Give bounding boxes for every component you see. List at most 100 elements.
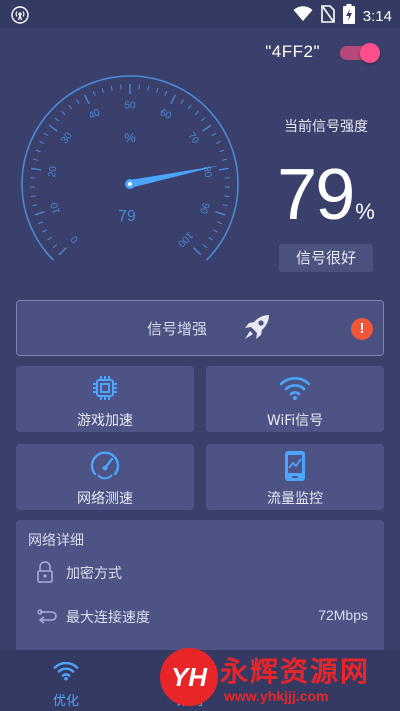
chip-icon: [16, 372, 194, 404]
gauge-minor-tick: [187, 104, 192, 110]
gauge-major-tick: [34, 211, 45, 216]
gauge-minor-tick: [52, 244, 58, 249]
gauge-minor-tick: [216, 221, 222, 225]
gauge-minor-tick: [222, 204, 228, 207]
clock: 3:14: [362, 7, 392, 25]
signal-title: 当前信号强度: [284, 119, 368, 135]
gauge-major-tick: [31, 167, 42, 171]
gauge-minor-tick: [54, 117, 60, 122]
gauge-major-tick: [83, 94, 90, 105]
watermark-url: www.yhkjjj.com: [224, 688, 329, 704]
gauge-tick-label: 60: [158, 107, 173, 122]
tile-label: 流量监控: [267, 491, 323, 507]
gauge-minor-tick: [33, 158, 39, 161]
gauge-minor-tick: [68, 104, 73, 110]
gauge-hub-center: [128, 182, 132, 186]
status-bar: 3:14: [0, 0, 400, 28]
wifi-icon: [26, 658, 106, 686]
detail-row-max-speed: 最大连接速度 72Mbps: [16, 602, 384, 632]
gauge-minor-tick: [164, 90, 168, 96]
detail-label: 加密方式: [66, 566, 122, 582]
gauge-minor-tick: [156, 87, 159, 93]
rocket-icon: [241, 313, 273, 347]
speedometer-icon: [16, 450, 194, 482]
gauge-minor-tick: [35, 149, 41, 153]
speed-test-tile[interactable]: 网络测速: [16, 444, 194, 510]
network-ssid: "4FF2": [265, 42, 320, 61]
gauge-minor-tick: [194, 110, 199, 116]
gauge-minor-tick: [211, 132, 217, 137]
tile-label: WiFi信号: [266, 413, 324, 429]
detail-row-encryption: 加密方式: [16, 558, 384, 588]
gauge-minor-tick: [30, 195, 36, 198]
traffic-monitor-tile[interactable]: 流量监控: [206, 444, 384, 510]
gauge-tick-label: 10: [49, 201, 63, 215]
lock-icon: [36, 561, 54, 587]
gauge-minor-tick: [42, 229, 47, 233]
gauge-minor-tick: [147, 85, 150, 91]
game-boost-tile[interactable]: 游戏加速: [16, 366, 194, 432]
gauge-minor-tick: [110, 85, 113, 91]
gauge-major-tick: [193, 247, 202, 256]
gauge-minor-tick: [38, 221, 44, 225]
link-speed-icon: [36, 605, 58, 631]
detail-label: 最大连接速度: [66, 610, 150, 626]
gauge-minor-tick: [47, 236, 52, 241]
tile-label: 网络测速: [77, 491, 133, 507]
gauge-tick-label: 70: [185, 131, 201, 147]
gauge-value: 79: [118, 208, 136, 225]
signal-readout: 79%: [262, 154, 390, 236]
signal-value: 79: [277, 155, 355, 235]
gauge-tick-label: 0: [69, 233, 81, 245]
alert-icon: !: [351, 318, 373, 340]
gauge-major-tick: [218, 167, 229, 171]
network-details-card: 网络详细 加密方式 最大连接速度 72Mbps: [16, 520, 384, 660]
gauge-minor-tick: [92, 90, 96, 96]
gauge-minor-tick: [221, 158, 227, 161]
details-title: 网络详细: [28, 533, 84, 549]
watermark-logo: YH: [160, 648, 218, 706]
watermark: YH 永辉资源网 www.yhkjjj.com: [160, 648, 396, 708]
wifi-toggle[interactable]: [336, 43, 380, 63]
detail-value: 72Mbps: [318, 607, 368, 623]
gauge-major-tick: [58, 247, 67, 256]
gauge-minor-tick: [101, 87, 104, 93]
gauge-minor-tick: [180, 99, 185, 105]
gauge-major-tick: [202, 124, 212, 132]
hotspot-icon: [10, 5, 30, 29]
wifi-signal-tile[interactable]: WiFi信号: [206, 366, 384, 432]
gauge-minor-tick: [61, 110, 66, 116]
gauge-dial: 0102030405060708090100%: [21, 75, 239, 261]
network-row: "4FF2": [0, 38, 400, 68]
gauge-major-tick: [215, 211, 226, 216]
signal-gauge: 0 10 20 30 40 50 60 70 80 90 100%: [14, 72, 246, 272]
gauge-major-tick: [48, 124, 58, 132]
watermark-text: 永辉资源网: [220, 655, 371, 688]
nav-optimize[interactable]: 优化: [26, 658, 106, 709]
wifi-icon: [206, 372, 384, 404]
gauge-tick-label: 20: [47, 165, 60, 178]
nav-label: 优化: [52, 694, 79, 709]
wifi-icon: [293, 6, 313, 26]
tile-label: 游戏加速: [77, 413, 133, 429]
toggle-thumb: [360, 43, 380, 63]
gauge-minor-tick: [32, 204, 38, 207]
gauge-major-tick: [170, 94, 177, 105]
gauge-minor-tick: [208, 236, 213, 241]
signal-quality-badge: 信号很好: [279, 244, 373, 272]
gauge-tick-label: 90: [197, 201, 211, 215]
no-sim-icon: [320, 5, 335, 27]
gauge-minor-tick: [200, 117, 206, 122]
battery-charging-icon: [342, 4, 355, 28]
gauge-minor-tick: [43, 132, 49, 137]
phone-chart-icon: [206, 450, 384, 482]
signal-strength-panel: 当前信号强度 79% 信号很好: [262, 116, 390, 272]
gauge-tick-label: 40: [87, 107, 102, 122]
gauge-unit-label: %: [124, 130, 136, 145]
gauge-minor-tick: [215, 140, 221, 145]
boost-label: 信号增强: [147, 320, 208, 338]
gauge-tick-label: 30: [59, 130, 75, 146]
gauge-minor-tick: [75, 99, 80, 105]
signal-boost-button[interactable]: 信号增强 !: [16, 300, 384, 356]
gauge-minor-tick: [39, 140, 45, 145]
